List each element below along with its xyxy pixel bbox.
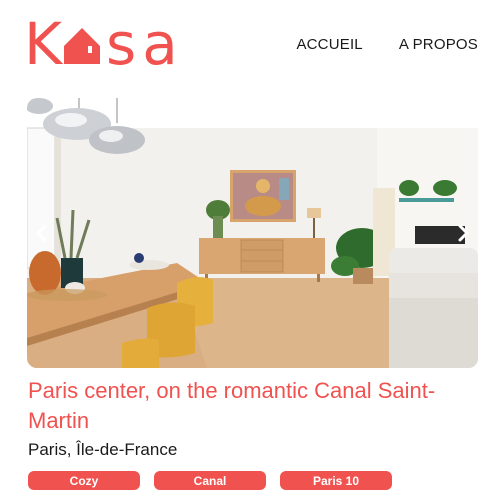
tag-paris-10: Paris 10: [280, 471, 392, 490]
main-nav: ACCUEIL A PROPOS: [296, 36, 478, 53]
logo[interactable]: K sa: [24, 14, 184, 74]
logo-letters-sa: sa: [106, 10, 184, 78]
chevron-right-icon[interactable]: [452, 222, 474, 244]
nav-link-a-propos[interactable]: A PROPOS: [399, 36, 478, 53]
chevron-left-icon[interactable]: [31, 222, 53, 244]
house-icon: [64, 28, 101, 64]
listing-title: Paris center, on the romantic Canal Sain…: [28, 378, 436, 433]
site-header: K sa ACCUEIL A PROPOS: [0, 0, 500, 92]
nav-link-accueil[interactable]: ACCUEIL: [296, 36, 362, 53]
logo-letter-k: K: [24, 10, 63, 78]
page: K sa ACCUEIL A PROPOS Paris center, on t…: [0, 0, 500, 500]
tag-canal: Canal: [154, 471, 266, 490]
tag-list: Cozy Canal Paris 10: [28, 471, 392, 490]
photo-carousel[interactable]: [27, 98, 478, 368]
apartment-living-room-photo: [27, 98, 478, 368]
tag-cozy: Cozy: [28, 471, 140, 490]
listing-location: Paris, Île-de-France: [28, 440, 178, 459]
